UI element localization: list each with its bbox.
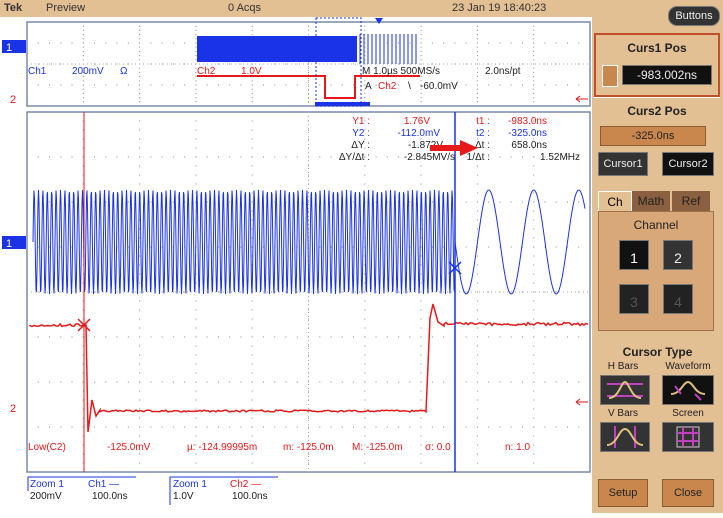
svg-text:ΔY :: ΔY : (351, 140, 370, 151)
channel-3-button[interactable]: 3 (619, 284, 649, 314)
curs1-pos-section: Curs1 Pos -983.002ns (594, 33, 720, 97)
ch1-label: Ch1 (28, 66, 47, 77)
h-bars-label: H Bars (598, 361, 648, 372)
cursor2-button[interactable]: Cursor2 (662, 152, 714, 176)
curs1-title: Curs1 Pos (596, 41, 718, 55)
cursor-readout: Y1 : 1.76V Y2 : -112.0mV ΔY : -1.872V ΔY… (339, 116, 580, 163)
svg-text:1.52MHz: 1.52MHz (540, 152, 580, 163)
cursor-control-panel: Buttons Curs1 Pos -983.002ns Curs2 Pos -… (592, 17, 723, 513)
svg-text:Δt :: Δt : (475, 140, 490, 151)
trigger-level-icon (576, 96, 588, 102)
cursor-type-title: Cursor Type (592, 345, 723, 359)
ch2-marker-label: 2 (10, 94, 16, 106)
datetime: 23 Jan 19 18:40:23 (452, 2, 546, 14)
svg-text:Zoom 1: Zoom 1 (173, 479, 207, 490)
svg-text:Ch1 —: Ch1 — (88, 479, 119, 490)
screen-cursor-icon (663, 423, 713, 451)
buttons-toggle[interactable]: Buttons (668, 6, 720, 26)
svg-text:100.0ns: 100.0ns (232, 491, 268, 502)
svg-text:Low(C2): Low(C2) (28, 442, 66, 453)
svg-text:n: 1.0: n: 1.0 (505, 442, 530, 453)
svg-text:Ch2 —: Ch2 — (230, 479, 261, 490)
waveform-display: 1 2 1 2 Ch1 200mV Ω Ch2 1.0V M 1.0µs 500… (0, 17, 592, 513)
status-bar: Tek Preview 0 Acqs 23 Jan 19 18:40:23 (0, 0, 723, 18)
screen-label: Screen (660, 408, 716, 419)
waveform-label: Waveform (660, 361, 716, 372)
svg-text:Y1 :: Y1 : (352, 116, 370, 127)
svg-text:-983.0ns: -983.0ns (508, 116, 547, 127)
h-bars-button[interactable] (600, 375, 650, 405)
cursor1-button[interactable]: Cursor1 (598, 152, 648, 176)
ch2-label: Ch2 (197, 66, 216, 77)
svg-text:ΔY/Δt :: ΔY/Δt : (339, 152, 370, 163)
svg-text:-112.0mV: -112.0mV (397, 128, 440, 139)
svg-text:m: -125.0m: m: -125.0m (283, 442, 334, 453)
curs1-pos-input[interactable]: -983.002ns (622, 65, 712, 85)
mode-label: Preview (46, 2, 85, 14)
v-bars-icon (601, 423, 649, 451)
tab-ref[interactable]: Ref (672, 191, 710, 211)
trigger-level-main-icon (576, 399, 588, 405)
svg-text:µ: -124.99995m: µ: -124.99995m (187, 442, 257, 453)
scope-display: 1 2 1 2 Ch1 200mV Ω Ch2 1.0V M 1.0µs 500… (0, 17, 592, 513)
trigger-slope: \ (408, 81, 411, 92)
trigger-level: -60.0mV (420, 81, 458, 92)
svg-text:-325.0ns: -325.0ns (508, 128, 547, 139)
svg-text:-125.0mV: -125.0mV (107, 442, 151, 453)
v-bars-label: V Bars (598, 408, 648, 419)
trigger-label: A (365, 81, 372, 92)
svg-text:1/Δt :: 1/Δt : (467, 152, 490, 163)
waveform-cursor-icon (663, 376, 713, 404)
svg-text:1.76V: 1.76V (404, 116, 430, 127)
timebase-readout: M 1.0µs 500MS/s (362, 66, 440, 77)
channel-4-button[interactable]: 4 (663, 284, 693, 314)
overview-ch1-waveform (197, 36, 357, 62)
svg-text:1.0V: 1.0V (173, 491, 194, 502)
close-button[interactable]: Close (662, 479, 714, 507)
trigger-source: Ch2 (378, 81, 397, 92)
setup-button[interactable]: Setup (598, 479, 648, 507)
channel-title: Channel (599, 218, 713, 232)
svg-text:-2.845MV/s: -2.845MV/s (404, 152, 455, 163)
svg-text:100.0ns: 100.0ns (92, 491, 128, 502)
keypad-icon[interactable] (602, 65, 618, 87)
acquisition-count: 0 Acqs (228, 2, 261, 14)
svg-text:σ: 0.0: σ: 0.0 (425, 442, 451, 453)
svg-text:Zoom 1: Zoom 1 (30, 479, 64, 490)
svg-text:t1 :: t1 : (476, 116, 490, 127)
overview-graticule (27, 22, 591, 107)
trigger-position-icon (375, 18, 383, 24)
curs2-title: Curs2 Pos (594, 104, 720, 118)
ch1-waveform (33, 190, 585, 294)
zoom-position-bar (315, 102, 370, 106)
v-bars-button[interactable] (600, 422, 650, 452)
channel-2-button[interactable]: 2 (663, 240, 693, 270)
overview-ch1-zoomed-waveform (360, 34, 416, 64)
brand-label: Tek (4, 2, 22, 14)
ch1-coupling: Ω (120, 66, 128, 77)
curs2-pos-input[interactable]: -325.0ns (600, 126, 706, 146)
tab-math[interactable]: Math (632, 191, 670, 211)
zoom-labels: Zoom 1 Ch1 — 200mV 100.0ns Zoom 1 Ch2 — … (28, 477, 278, 505)
ch2-main-marker-label: 2 (10, 403, 16, 415)
ch2-scale: 1.0V (241, 66, 262, 77)
svg-text:200mV: 200mV (30, 491, 62, 502)
curs2-pos-section: Curs2 Pos -325.0ns (594, 97, 720, 160)
waveform-button[interactable] (662, 375, 714, 405)
screen-button[interactable] (662, 422, 714, 452)
channel-tab-panel: Channel 1 2 3 4 (598, 211, 714, 331)
svg-text:658.0ns: 658.0ns (511, 140, 547, 151)
h-bars-icon (601, 376, 649, 404)
resolution-readout: 2.0ns/pt (485, 66, 521, 77)
tab-ch[interactable]: Ch (598, 191, 632, 212)
svg-text:t2 :: t2 : (476, 128, 490, 139)
ch1-main-marker-label: 1 (6, 238, 12, 250)
svg-text:M: -125.0m: M: -125.0m (352, 442, 403, 453)
ch1-marker-label: 1 (6, 42, 12, 54)
channel-1-button[interactable]: 1 (619, 240, 649, 270)
svg-text:Y2 :: Y2 : (352, 128, 370, 139)
ch1-scale: 200mV (72, 66, 104, 77)
